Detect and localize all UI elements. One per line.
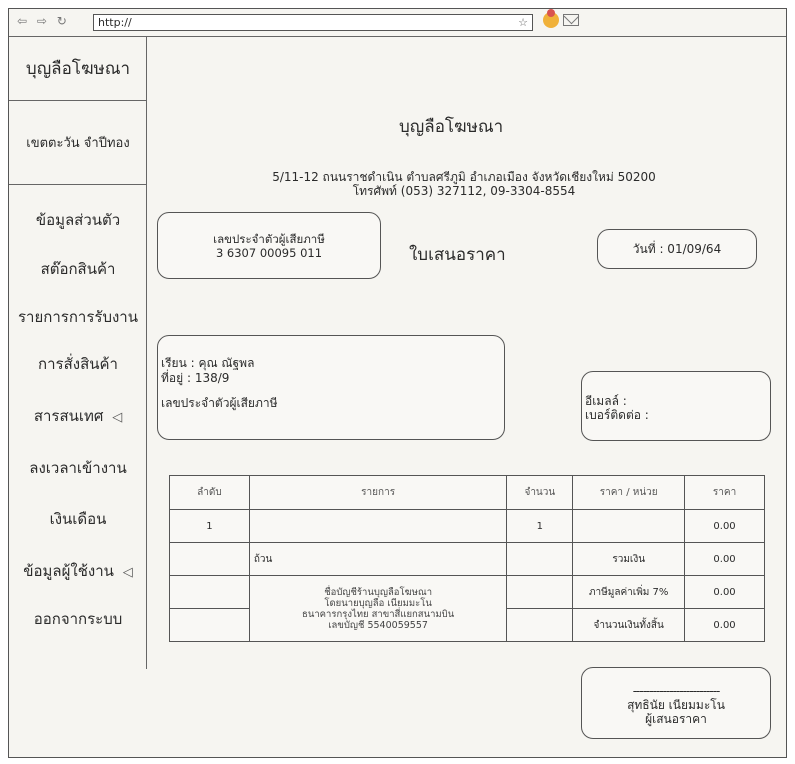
sidebar-item-label: สารสนเทศ	[33, 407, 104, 425]
items-table: ลำดับ รายการ จำนวน ราคา / หน่วย ราคา 1 1…	[169, 475, 765, 642]
back-icon[interactable]: ⇦	[17, 14, 29, 28]
bank-note-line: ธนาคารกรุงไทย สาขาสี่แยกสนามบิน	[302, 608, 455, 620]
sidebar-item-label: ข้อมูลส่วนตัว	[35, 211, 121, 229]
extension-icon[interactable]	[543, 9, 559, 28]
address-bar-text: http://	[98, 16, 132, 29]
bank-account-note: ชื่อบัญชีร้านบุญลือโฆษณา โดยนายบุญลือ เน…	[248, 575, 508, 642]
contact-phone: เบอร์ติดต่อ :	[585, 408, 649, 422]
cell-empty	[169, 542, 250, 576]
sidebar-item-label: การสั่งสินค้า	[38, 355, 118, 373]
cell-price: 0.00	[684, 509, 765, 543]
column-header: จำนวน	[506, 475, 574, 510]
date-box: วันที่ : 01/09/64	[597, 229, 757, 269]
table-row: 1 1 0.00	[169, 509, 765, 543]
column-header: ลำดับ	[169, 475, 250, 510]
column-header: ราคา / หน่วย	[572, 475, 686, 510]
nav-buttons: ⇦ ⇨ ↻	[17, 14, 71, 28]
browser-toolbar: ⇦ ⇨ ↻ http:// ☆	[9, 9, 786, 37]
submenu-arrow-icon: ◁	[122, 565, 133, 580]
company-phone: โทรศัพท์ (053) 327112, 09-3304-8554	[352, 184, 576, 198]
customer-name: เรียน : คุณ ณัฐพล	[161, 356, 255, 370]
cell-item	[248, 509, 508, 543]
table-header-row: ลำดับ รายการ จำนวน ราคา / หน่วย ราคา	[169, 475, 765, 510]
address-bar[interactable]: http:// ☆	[93, 14, 533, 31]
cell-qty: 1	[506, 509, 574, 543]
customer-box: เรียน : คุณ ณัฐพล ที่อยู่ : 138/9 เลขประ…	[157, 335, 505, 440]
signer-role: ผู้เสนอราคา	[645, 712, 707, 726]
sidebar-item-salary[interactable]: เงินเดือน	[9, 507, 147, 531]
vat-label: ภาษีมูลค่าเพิ่ม 7%	[572, 575, 686, 609]
company-name: บุญลือโฆษณา	[399, 117, 504, 137]
bank-note-line: เลขบัญชี 5540059557	[328, 619, 428, 631]
total-label: จำนวนเงินทั้งสิ้น	[572, 608, 686, 642]
cell-no: 1	[169, 509, 250, 543]
signature-line: --------------------------	[632, 684, 721, 698]
bank-note-line: ชื่อบัญชีร้านบุญลือโฆษณา	[324, 586, 433, 598]
tax-id-value: 3 6307 00095 011	[215, 246, 323, 260]
sidebar-item-info[interactable]: สารสนเทศ ◁	[9, 404, 147, 428]
customer-address: ที่อยู่ : 138/9	[161, 371, 230, 385]
column-header: ราคา	[684, 475, 765, 510]
sidebar-item-label: ออกจากระบบ	[33, 610, 123, 628]
sidebar-brand: บุญลือโฆษณา	[9, 37, 147, 101]
contact-email: อีเมลล์ :	[585, 394, 627, 408]
bank-note-line: โดยนายบุญลือ เนียมมะโน	[324, 597, 432, 609]
table-row: ชื่อบัญชีร้านบุญลือโฆษณา โดยนายบุญลือ เน…	[169, 575, 765, 642]
browser-window: ⇦ ⇨ ↻ http:// ☆ บุญลือโฆษณา เขตตะวัน จำป…	[8, 8, 787, 758]
sidebar-item-users[interactable]: ข้อมูลผู้ใช้งาน ◁	[9, 559, 147, 583]
table-row: ถ้วน รวมเงิน 0.00	[169, 542, 765, 576]
sidebar-item-timeclock[interactable]: ลงเวลาเข้างาน	[9, 456, 147, 480]
sidebar-item-logout[interactable]: ออกจากระบบ	[9, 607, 147, 631]
customer-tax-id: เลขประจำตัวผู้เสียภาษี	[161, 396, 278, 410]
reload-icon[interactable]: ↻	[57, 14, 69, 28]
cell-empty	[506, 608, 574, 642]
tax-id-box: เลขประจำตัวผู้เสียภาษี 3 6307 00095 011	[157, 212, 381, 279]
cell-empty	[169, 608, 250, 642]
cell-empty	[506, 575, 574, 609]
mail-icon[interactable]	[563, 14, 579, 26]
tax-id-label: เลขประจำตัวผู้เสียภาษี	[213, 232, 325, 246]
submenu-arrow-icon: ◁	[112, 410, 123, 425]
vat-value: 0.00	[684, 575, 765, 609]
sidebar-item-stock[interactable]: สต๊อกสินค้า	[9, 257, 147, 281]
cell-empty	[169, 575, 250, 609]
forward-icon[interactable]: ⇨	[37, 14, 49, 28]
total-value: 0.00	[684, 608, 765, 642]
date-value: วันที่ : 01/09/64	[632, 241, 722, 256]
amount-in-words: ถ้วน	[248, 542, 508, 576]
cell-unit-price	[572, 509, 686, 543]
column-header: รายการ	[248, 475, 508, 510]
sidebar: บุญลือโฆษณา เขตตะวัน จำปีทอง ข้อมูลส่วนต…	[9, 37, 147, 669]
cell-empty	[506, 542, 574, 576]
sidebar-item-label: รายการการรับงาน	[18, 308, 138, 326]
sidebar-user-name: เขตตะวัน จำปีทอง	[9, 101, 147, 185]
sidebar-item-jobs[interactable]: รายการการรับงาน	[9, 305, 147, 329]
sidebar-item-label: เงินเดือน	[49, 510, 107, 528]
contact-box: อีเมลล์ : เบอร์ติดต่อ :	[581, 371, 771, 441]
signature-box: -------------------------- สุทธินัย เนีย…	[581, 667, 771, 739]
bookmark-star-icon[interactable]: ☆	[518, 15, 528, 30]
signer-name: สุทธินัย เนียมมะโน	[627, 698, 725, 712]
document-title: ใบเสนอราคา	[409, 245, 506, 265]
subtotal-value: 0.00	[684, 542, 765, 576]
sidebar-item-label: สต๊อกสินค้า	[40, 260, 116, 278]
sidebar-item-orders[interactable]: การสั่งสินค้า	[9, 352, 147, 376]
sidebar-item-label: ข้อมูลผู้ใช้งาน	[23, 562, 114, 580]
sidebar-item-label: ลงเวลาเข้างาน	[29, 459, 127, 477]
sidebar-item-profile[interactable]: ข้อมูลส่วนตัว	[9, 208, 147, 232]
subtotal-label: รวมเงิน	[572, 542, 686, 576]
